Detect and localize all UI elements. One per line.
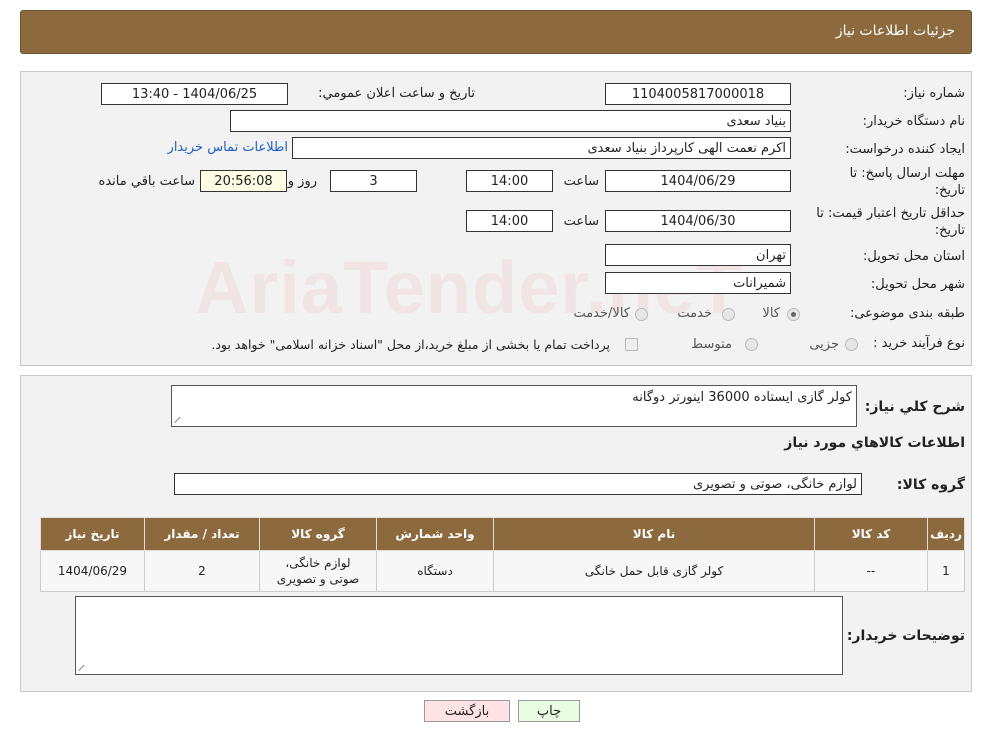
description-label: شرح کلي نياز:: [864, 399, 965, 415]
validity-time-label: ساعت: [563, 214, 599, 229]
province-field: تهران: [605, 244, 791, 266]
days-label: روز و: [287, 174, 317, 189]
cell-date: 1404/06/29: [40, 550, 145, 592]
cell-row: 1: [927, 550, 965, 592]
table-row: 1 -- کولر گازی قابل حمل خانگی دستگاه لوا…: [40, 550, 965, 592]
goods-group-field: لوازم خانگی، صوتی و تصویری: [174, 473, 862, 495]
cell-group: لوازم خانگی، صوتی و تصویری: [259, 550, 377, 592]
category-radio-goods-service[interactable]: [635, 308, 648, 321]
validity-date-field: 1404/06/30: [605, 210, 791, 232]
category-option-goods: کالا: [762, 306, 780, 321]
creator-label: ايجاد کننده درخواست:: [845, 142, 965, 157]
need-number-label: شماره نیاز:: [903, 86, 965, 101]
items-section-title: اطلاعات کالاهاي مورد نياز: [784, 435, 965, 451]
buyer-notes-textarea[interactable]: [75, 596, 843, 675]
print-button[interactable]: چاپ: [518, 700, 580, 722]
buyer-contact-link[interactable]: اطلاعات تماس خریدار: [168, 140, 288, 155]
page-title: جزئیات اطلاعات نیاز: [835, 23, 955, 39]
cell-qty: 2: [144, 550, 260, 592]
col-date: تاریخ نیاز: [40, 517, 145, 551]
cell-unit: دستگاه: [376, 550, 494, 592]
validity-label: حداقل تاریخ اعتبار قیمت: تا: [816, 206, 965, 221]
city-field: شمیرانات: [605, 272, 791, 294]
col-code: کد کالا: [814, 517, 928, 551]
cell-code: --: [814, 550, 928, 592]
category-option-goods-service: کالا/خدمت: [573, 306, 630, 321]
days-field: 3: [330, 170, 417, 192]
resize-handle-icon[interactable]: [175, 415, 183, 423]
reply-time-label: ساعت: [563, 174, 599, 189]
page-header: جزئیات اطلاعات نیاز: [20, 10, 972, 54]
col-unit: واحد شمارش: [376, 517, 494, 551]
table-header-row: ردیف کد کالا نام کالا واحد شمارش گروه کا…: [40, 517, 965, 551]
cell-group-line-1: لوازم خانگی،: [285, 556, 351, 570]
process-label: نوع فرآیند خرید :: [873, 336, 965, 351]
back-button[interactable]: بازگشت: [424, 700, 510, 722]
col-name: نام کالا: [493, 517, 815, 551]
buyer-org-field: بنیاد سعدی: [230, 110, 791, 132]
process-radio-medium[interactable]: [745, 338, 758, 351]
goods-group-label: گروه کالا:: [896, 477, 965, 493]
reply-date-field: 1404/06/29: [605, 170, 791, 192]
remaining-time-label: ساعت باقي مانده: [98, 174, 195, 189]
reply-deadline-label: مهلت ارسال پاسخ: تا: [849, 166, 965, 181]
category-radio-goods[interactable]: [787, 308, 800, 321]
creator-field: اکرم نعمت الهی کارپرداز بنیاد سعدی: [292, 137, 791, 159]
resize-handle-icon[interactable]: [79, 663, 87, 671]
process-option-medium: متوسط: [691, 337, 732, 352]
buyer-notes-label: توضیحات خریدار:: [846, 628, 965, 644]
items-table: ردیف کد کالا نام کالا واحد شمارش گروه کا…: [40, 517, 965, 592]
col-row: ردیف: [927, 517, 965, 551]
validity-time-field: 14:00: [466, 210, 553, 232]
description-textarea[interactable]: کولر گازی ایستاده 36000 اینورتر دوگانه: [171, 385, 857, 427]
category-label: طبقه بندی موضوعی:: [849, 306, 965, 321]
category-option-service: خدمت: [677, 306, 712, 321]
need-number-field: 1104005817000018: [605, 83, 791, 105]
remaining-time-field: 20:56:08: [200, 170, 287, 192]
process-option-minor: جزیی: [809, 337, 839, 352]
treasury-checkbox[interactable]: [625, 338, 638, 351]
reply-time-field: 14:00: [466, 170, 553, 192]
announce-field: 1404/06/25 - 13:40: [101, 83, 288, 105]
validity-label-2: تاریخ:: [934, 223, 965, 238]
process-radio-minor[interactable]: [845, 338, 858, 351]
cell-group-line-2: صوتی و تصویری: [276, 572, 360, 586]
col-qty: تعداد / مقدار: [144, 517, 260, 551]
announce-label: تاريخ و ساعت اعلان عمومي:: [318, 86, 475, 101]
col-group: گروه کالا: [259, 517, 377, 551]
city-label: شهر محل تحویل:: [870, 277, 965, 292]
buyer-org-label: نام دستگاه خریدار:: [862, 114, 965, 129]
description-text: کولر گازی ایستاده 36000 اینورتر دوگانه: [632, 390, 852, 405]
cell-name: کولر گازی قابل حمل خانگی: [493, 550, 815, 592]
category-radio-service[interactable]: [722, 308, 735, 321]
process-note: پرداخت تمام یا بخشی از مبلغ خرید،از محل …: [211, 337, 610, 352]
reply-deadline-label-2: تاریخ:: [934, 183, 965, 198]
province-label: استان محل تحویل:: [863, 249, 965, 264]
